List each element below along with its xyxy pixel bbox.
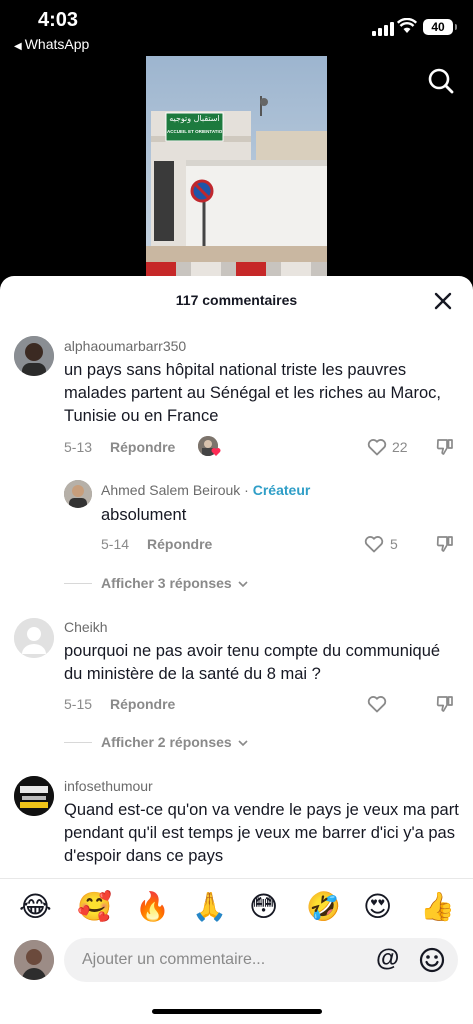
quick-emoji-bar: 😂 🥰 🔥 🙏 😳 🤣 😍 👍 bbox=[0, 878, 473, 936]
reply-button[interactable]: Répondre bbox=[110, 439, 175, 455]
comment-input[interactable]: Ajouter un commentaire... @ bbox=[64, 938, 458, 982]
emoji-button[interactable]: 😳 bbox=[249, 891, 278, 923]
back-arrow-icon: ◀ bbox=[14, 41, 22, 52]
avatar[interactable] bbox=[14, 776, 54, 816]
chevron-down-icon bbox=[238, 740, 248, 747]
avatar-photo bbox=[14, 336, 54, 376]
comment-text: absolument bbox=[101, 506, 187, 524]
sign-french-text: ACCUEIL ET ORIENTATION bbox=[167, 129, 222, 134]
emoji-button[interactable]: 🔥 bbox=[135, 891, 170, 923]
sign-arabic-text: استقبال وتوجيه bbox=[169, 114, 220, 123]
battery-icon: 40 bbox=[423, 19, 457, 35]
emoji-button[interactable]: 🙏 bbox=[192, 891, 227, 923]
wifi-icon bbox=[397, 18, 417, 33]
comments-count-title: 117 commentaires bbox=[175, 292, 298, 308]
my-avatar[interactable] bbox=[14, 940, 54, 980]
divider-line bbox=[64, 583, 92, 584]
status-bar: 4:03 ◀ WhatsApp 40 bbox=[0, 0, 473, 56]
comment-date: 5-15 bbox=[64, 696, 93, 712]
avatar-logo-image bbox=[14, 776, 54, 816]
emoji-button[interactable]: 😍 bbox=[363, 891, 392, 923]
avatar-photo bbox=[64, 480, 92, 508]
signal-icon bbox=[372, 22, 394, 36]
comment-username[interactable]: infosethumour bbox=[64, 778, 153, 794]
mention-button[interactable]: @ bbox=[376, 945, 399, 973]
dislike-icon[interactable] bbox=[435, 437, 455, 457]
reply-username-line: Ahmed Salem Beirouk · Créateur bbox=[101, 482, 310, 498]
home-indicator[interactable] bbox=[152, 1009, 322, 1014]
heart-icon[interactable] bbox=[367, 437, 387, 457]
username-separator: · bbox=[240, 482, 253, 498]
comment-username[interactable]: Ahmed Salem Beirouk bbox=[101, 482, 240, 498]
status-time: 4:03 bbox=[38, 9, 79, 31]
search-icon[interactable] bbox=[426, 66, 456, 96]
video-frame-image bbox=[146, 56, 327, 276]
dislike-icon[interactable] bbox=[435, 694, 455, 714]
like-count: 22 bbox=[392, 439, 408, 455]
comment-text: un pays sans hôpital national triste les… bbox=[64, 361, 441, 425]
emoji-button[interactable]: 😂 bbox=[19, 891, 52, 923]
heart-icon[interactable] bbox=[364, 534, 384, 554]
dislike-icon[interactable] bbox=[435, 534, 455, 554]
creator-heart-icon bbox=[211, 448, 221, 456]
show-replies-label: Afficher 3 réponses bbox=[101, 575, 232, 591]
comment-input-placeholder: Ajouter un commentaire... bbox=[82, 951, 266, 968]
show-replies-button[interactable]: Afficher 2 réponses bbox=[101, 734, 248, 750]
avatar[interactable] bbox=[64, 480, 92, 508]
back-to-app-link[interactable]: ◀ WhatsApp bbox=[14, 36, 89, 52]
creator-badge: Créateur bbox=[252, 482, 311, 498]
close-icon[interactable] bbox=[431, 289, 455, 313]
comment-text: Quand est-ce qu'on va vendre le pays je … bbox=[64, 801, 459, 865]
comment-username[interactable]: Cheikh bbox=[64, 619, 108, 635]
reply-button[interactable]: Répondre bbox=[147, 536, 212, 552]
reply-button[interactable]: Répondre bbox=[110, 696, 175, 712]
back-app-label: WhatsApp bbox=[24, 36, 90, 52]
avatar[interactable] bbox=[14, 618, 54, 658]
comment-date: 5-13 bbox=[64, 439, 93, 455]
my-avatar-photo bbox=[14, 940, 54, 980]
comment-text: pourquoi ne pas avoir tenu compte du com… bbox=[64, 642, 441, 683]
chevron-down-icon bbox=[238, 581, 248, 588]
emoji-button[interactable]: 🤣 bbox=[306, 891, 341, 923]
show-replies-label: Afficher 2 réponses bbox=[101, 734, 232, 750]
avatar[interactable] bbox=[14, 336, 54, 376]
emoji-button[interactable]: 👍 bbox=[420, 891, 455, 923]
like-count: 5 bbox=[390, 536, 398, 552]
emoji-button[interactable]: 🥰 bbox=[77, 891, 112, 923]
video-preview[interactable]: استقبال وتوجيه ACCUEIL ET ORIENTATION bbox=[146, 56, 327, 276]
comment-username[interactable]: alphaoumarbarr350 bbox=[64, 338, 186, 354]
show-replies-button[interactable]: Afficher 3 réponses bbox=[101, 575, 248, 591]
smile-icon[interactable] bbox=[419, 947, 445, 973]
divider-line bbox=[64, 742, 92, 743]
heart-icon[interactable] bbox=[367, 694, 387, 714]
comment-date: 5-14 bbox=[101, 536, 130, 552]
default-avatar-icon bbox=[14, 618, 54, 658]
